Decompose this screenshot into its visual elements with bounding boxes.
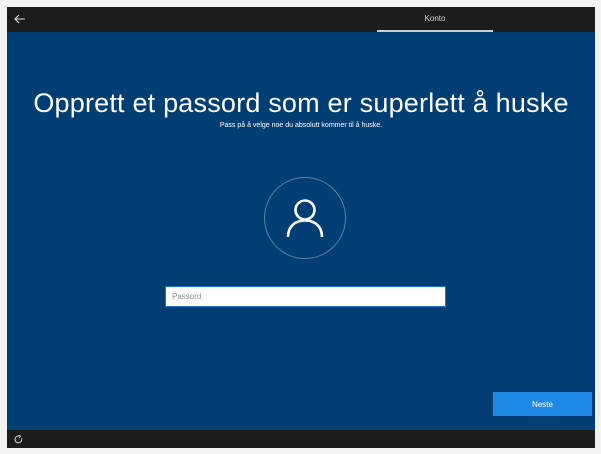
tab-konto[interactable]: Konto	[377, 7, 493, 32]
top-bar: Konto	[7, 7, 595, 32]
avatar	[264, 177, 346, 259]
bottom-bar	[7, 430, 595, 448]
password-input[interactable]	[165, 286, 446, 307]
arrow-left-icon	[14, 14, 25, 24]
next-button[interactable]: Neste	[493, 392, 592, 416]
person-icon	[286, 199, 324, 238]
ease-of-access-icon	[14, 434, 22, 443]
tab-konto-label: Konto	[424, 14, 446, 23]
setup-window: Konto Opprett et passord som er superlet…	[7, 7, 595, 448]
page-title: Opprett et passord som er superlett å hu…	[33, 88, 569, 118]
main-panel: Opprett et passord som er superlett å hu…	[7, 32, 595, 430]
page-subtitle: Pass på å velge noe du absolutt kommer t…	[219, 122, 383, 129]
next-button-label: Neste	[532, 399, 553, 409]
back-button[interactable]	[9, 9, 31, 29]
ease-of-access-button[interactable]	[11, 432, 25, 446]
